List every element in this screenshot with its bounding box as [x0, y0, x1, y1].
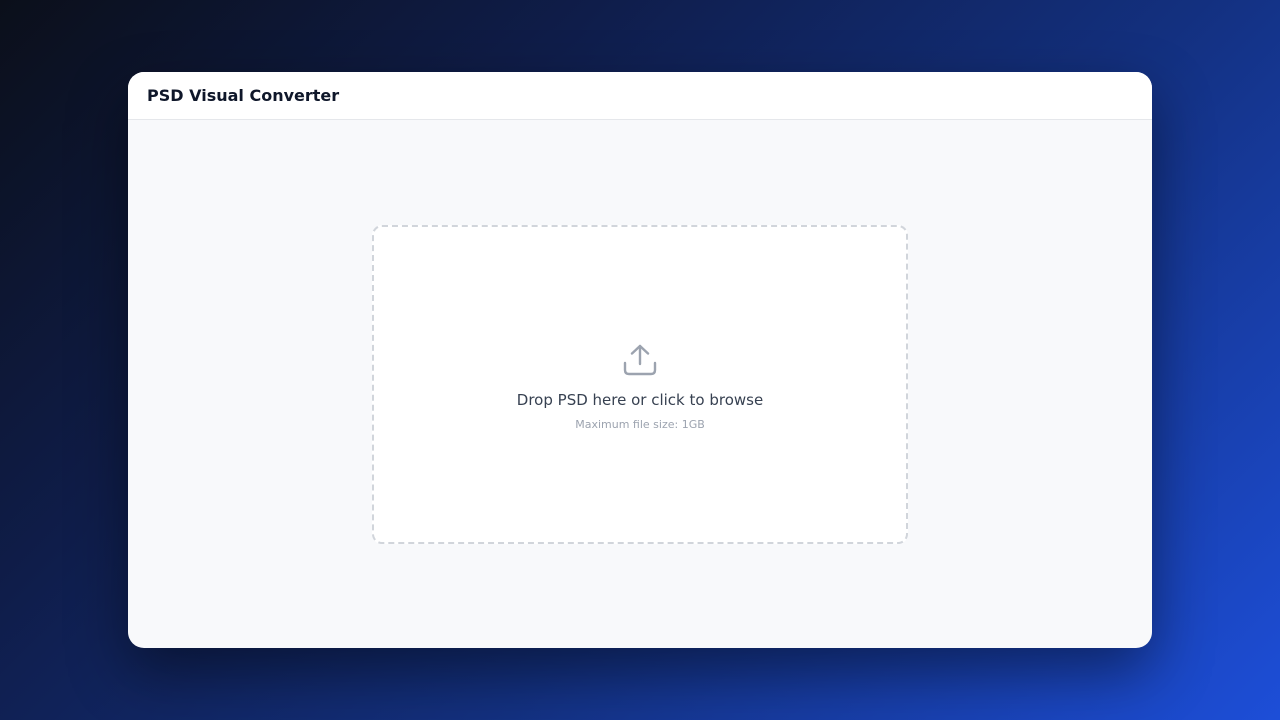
file-dropzone[interactable]: Drop PSD here or click to browse Maximum… — [372, 225, 908, 544]
main-content: Drop PSD here or click to browse Maximum… — [128, 120, 1152, 648]
app-title: PSD Visual Converter — [147, 86, 340, 105]
file-size-hint: Maximum file size: 1GB — [575, 417, 705, 431]
app-window: PSD Visual Converter Drop PSD here or cl… — [128, 72, 1152, 648]
upload-icon — [623, 344, 657, 375]
dropzone-prompt: Drop PSD here or click to browse — [516, 390, 764, 409]
title-bar: PSD Visual Converter — [128, 72, 1152, 120]
